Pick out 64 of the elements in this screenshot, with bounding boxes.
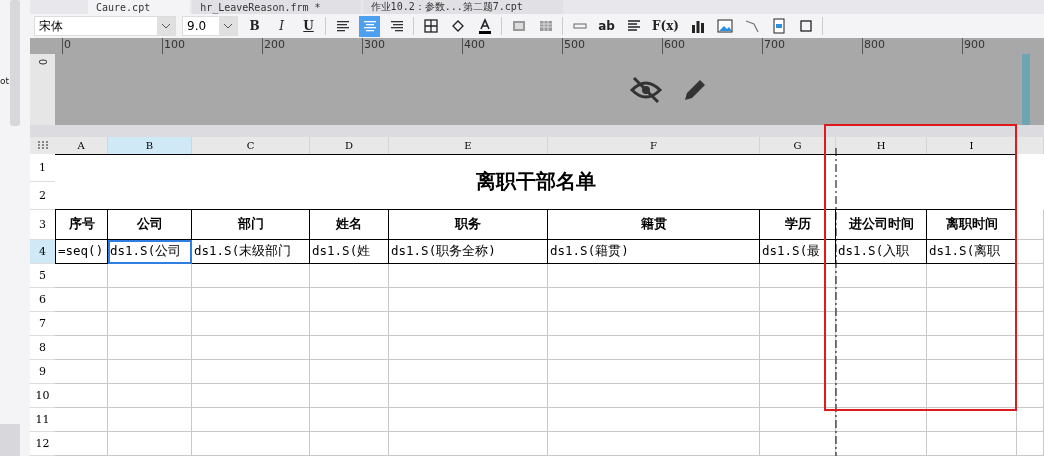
eye-off-icon [628,75,663,104]
bar-chart-icon [689,18,706,35]
table-cell[interactable]: =seq() [55,240,108,264]
table-cell [55,408,108,432]
chevron-down-icon [223,23,233,30]
text-style-button[interactable]: I [271,15,292,37]
table-header-cell: 序号 [55,210,108,240]
text-style-button[interactable]: B [244,15,265,37]
table-header-cell: 职务 [389,210,548,240]
table-cell[interactable]: ds1.S(籍贯) [548,240,760,264]
font-size-select[interactable]: 9.0 [182,16,238,37]
table-cell[interactable]: ds1.S(最 [760,240,836,264]
scrollbar[interactable] [10,0,20,126]
table-cell [1017,240,1044,264]
table-header-cell: 姓名 [310,210,389,240]
file-tab[interactable]: Caure.cpt [88,0,191,15]
table-cell [55,360,108,384]
ruler-mark: 0 [36,59,49,66]
table-cell [1017,336,1044,360]
formula-button[interactable]: F(x) [650,15,682,37]
slash-icon [743,18,760,35]
table-cell [55,336,108,360]
table-cell [55,384,108,408]
table-cell[interactable]: ds1.S(公司 [108,240,192,264]
table-cell[interactable]: ds1.S(姓 [310,240,389,264]
table-cell [1017,432,1044,456]
row-header[interactable]: 4 [30,240,55,264]
report-title: 离职干部名单 [55,154,1017,210]
table-cell [55,312,108,336]
table-cell [1017,264,1044,288]
grid-icon [422,18,439,35]
table-cell[interactable]: ds1.S(入职 [836,240,927,264]
table-header-cell: 公司 [108,210,192,240]
image-icon [716,18,733,35]
table-cell [55,432,108,456]
table-cell [55,264,108,288]
text-button[interactable]: ab [596,15,617,37]
table-header-cell: 籍贯 [548,210,760,240]
square-icon [797,18,814,35]
file-tab[interactable]: hr_LeaveReason.frm * [192,0,361,15]
file-tab[interactable]: 作业10.2：参数...第二题7.cpt [362,0,563,15]
text-style-button[interactable]: U [298,15,319,37]
document-icon [770,18,787,35]
scrollbar[interactable] [1022,54,1030,126]
table-cell [1017,210,1044,240]
table-header-cell: 部门 [192,210,310,240]
table-cell [1017,288,1044,312]
table-cell [55,288,108,312]
table-cell [1017,384,1044,408]
table-cell [1017,360,1044,384]
panel-background [0,424,20,456]
table-cell [1017,408,1044,432]
table-header-cell: 离职时间 [927,210,1017,240]
table-cell[interactable]: ds1.S(职务全称) [389,240,548,264]
chevron-down-icon [161,23,171,30]
table-header-cell: 学历 [760,210,836,240]
font-color-icon [476,18,493,35]
grid-dots-icon[interactable] [37,141,48,150]
table-header-cell: 进公司时间 [836,210,927,240]
table-cell[interactable]: ds1.S(离职 [927,240,1017,264]
font-select[interactable]: 宋体 [34,16,176,37]
table-cell[interactable]: ds1.S(末级部门 [192,240,310,264]
table-cell [1017,312,1044,336]
panel-text: ot [0,76,10,86]
